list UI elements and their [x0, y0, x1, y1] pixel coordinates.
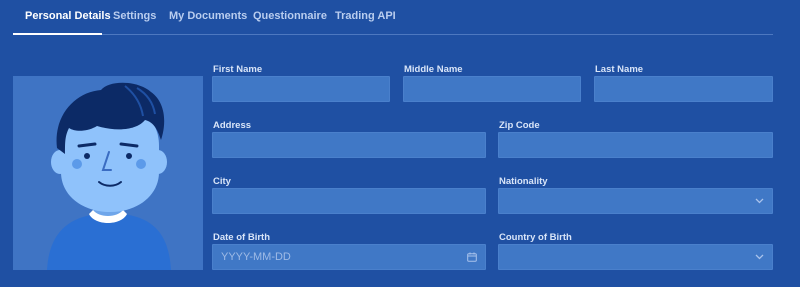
city-label: City: [213, 176, 231, 187]
city-input[interactable]: [213, 189, 485, 213]
tab-settings[interactable]: Settings: [113, 10, 156, 22]
address-field[interactable]: [212, 132, 486, 158]
middle-name-input[interactable]: [404, 77, 580, 101]
date-of-birth-input[interactable]: [213, 245, 485, 269]
middle-name-field[interactable]: [403, 76, 581, 102]
avatar[interactable]: [13, 76, 203, 270]
city-field[interactable]: [212, 188, 486, 214]
tab-trading-api[interactable]: Trading API: [335, 10, 396, 22]
country-of-birth-label: Country of Birth: [499, 232, 572, 243]
first-name-field[interactable]: [212, 76, 390, 102]
last-name-field[interactable]: [594, 76, 773, 102]
nationality-label: Nationality: [499, 176, 548, 187]
last-name-label: Last Name: [595, 64, 644, 75]
date-of-birth-label: Date of Birth: [213, 232, 270, 243]
tab-bar: Personal Details Settings My Documents Q…: [13, 0, 773, 35]
calendar-icon[interactable]: [466, 251, 478, 263]
date-of-birth-field[interactable]: [212, 244, 486, 270]
zip-code-field[interactable]: [498, 132, 773, 158]
tab-personal-details[interactable]: Personal Details: [25, 10, 111, 22]
middle-name-label: Middle Name: [404, 64, 463, 75]
zip-code-input[interactable]: [499, 133, 772, 157]
address-input[interactable]: [213, 133, 485, 157]
active-tab-indicator: [13, 33, 102, 35]
chevron-down-icon: [753, 195, 765, 207]
last-name-input[interactable]: [595, 77, 772, 101]
tab-questionnaire[interactable]: Questionnaire: [253, 10, 327, 22]
chevron-down-icon: [753, 251, 765, 263]
tab-my-documents[interactable]: My Documents: [169, 10, 247, 22]
country-of-birth-select[interactable]: [498, 244, 773, 270]
first-name-label: First Name: [213, 64, 263, 75]
first-name-input[interactable]: [213, 77, 389, 101]
user-avatar-illustration: [47, 82, 171, 270]
address-label: Address: [213, 120, 252, 131]
nationality-select[interactable]: [498, 188, 773, 214]
zip-code-label: Zip Code: [499, 120, 540, 131]
